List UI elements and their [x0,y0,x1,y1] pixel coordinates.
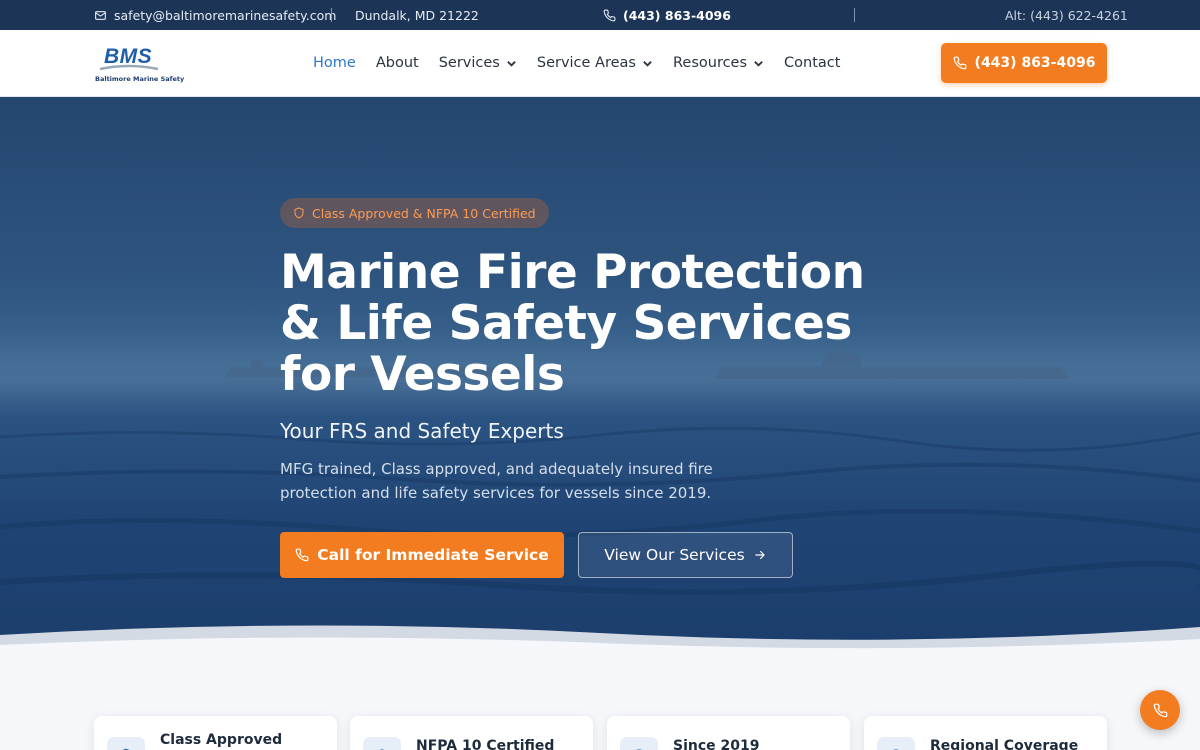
feature-title: NFPA 10 Certified [416,738,555,750]
feature-card: NFPA 10 Certified [350,716,593,750]
call-for-service-label: Call for Immediate Service [317,546,549,564]
certification-badge: Class Approved & NFPA 10 Certified [280,198,549,228]
nav-home-label: Home [313,55,356,71]
feature-title: Since 2019 [673,738,760,750]
phone-icon [603,9,616,21]
topbar-divider [331,8,332,22]
nav-home[interactable]: Home [313,55,356,71]
hero-section: Class Approved & NFPA 10 Certified Marin… [0,97,1200,667]
nav-resources-label: Resources [672,55,748,71]
topbar-alt-phone-text: Alt: (443) 622-4261 [1005,7,1128,23]
mail-icon [95,10,106,20]
certification-badge-text: Class Approved & NFPA 10 Certified [312,205,536,221]
topbar-divider [854,8,855,22]
arrow-right-icon [755,550,765,560]
view-services-label: View Our Services [604,546,745,564]
phone-icon [953,56,966,70]
hero-description: MFG trained, Class approved, and adequat… [280,460,713,502]
chevron-down-icon [507,60,516,67]
header-call-button[interactable]: (443) 863-4096 [941,43,1107,83]
nav-about[interactable]: About [376,55,419,71]
topbar-location: Dundalk, MD 21222 [355,0,479,30]
nav-service-areas-label: Service Areas [536,55,636,71]
site-logo[interactable]: BMS Baltimore Marine Safety [94,41,184,86]
feature-cards: Class Approved NFPA 10 Certified Since 2… [94,716,1107,750]
phone-icon [1153,703,1167,717]
hero-subheadline: Your FRS and Safety Experts [280,419,564,443]
feature-card: Class Approved [94,716,337,750]
chevron-down-icon [643,60,652,67]
topbar-phone[interactable]: (443) 863-4096 [603,0,731,30]
topbar-location-text: Dundalk, MD 21222 [355,7,479,23]
feature-title: Regional Coverage [930,738,1079,750]
feature-card: Regional Coverage [864,716,1107,750]
logo-tagline: Baltimore Marine Safety [95,75,185,83]
top-contact-bar: safety@baltimoremarinesafety.com Dundalk… [0,0,1200,30]
feature-icon-container [107,737,145,750]
nav-service-areas[interactable]: Service Areas [537,55,653,71]
floating-call-button[interactable] [1140,690,1180,730]
nav-contact-label: Contact [784,55,841,71]
view-services-button[interactable]: View Our Services [578,532,793,578]
hero-wave-divider [0,625,1200,667]
nav-resources[interactable]: Resources [673,55,764,71]
shield-icon [294,207,304,219]
hero-headline: Marine Fire Protection & Life Safety Ser… [280,245,865,402]
nav-services[interactable]: Services [439,55,517,71]
feature-title: Class Approved [160,732,283,748]
feature-icon-container [620,737,658,750]
header-call-label: (443) 863-4096 [974,55,1096,71]
nav-services-label: Services [438,55,500,71]
chevron-down-icon [754,60,763,67]
main-nav: Home About Services Service Areas Resour… [313,30,860,96]
topbar-email[interactable]: safety@baltimoremarinesafety.com [94,0,336,30]
nav-contact[interactable]: Contact [784,55,840,71]
topbar-email-text: safety@baltimoremarinesafety.com [114,7,337,23]
site-header: BMS Baltimore Marine Safety Home About S… [0,30,1200,97]
topbar-phone-text: (443) 863-4096 [623,7,731,23]
nav-about-label: About [375,55,419,71]
topbar-alt-phone[interactable]: Alt: (443) 622-4261 [1005,0,1128,30]
feature-icon-container [363,737,401,750]
feature-card: Since 2019 [607,716,850,750]
call-for-service-button[interactable]: Call for Immediate Service [280,532,564,578]
logo-swoosh-icon [99,64,159,71]
feature-icon-container [877,737,915,750]
phone-icon [295,548,309,562]
